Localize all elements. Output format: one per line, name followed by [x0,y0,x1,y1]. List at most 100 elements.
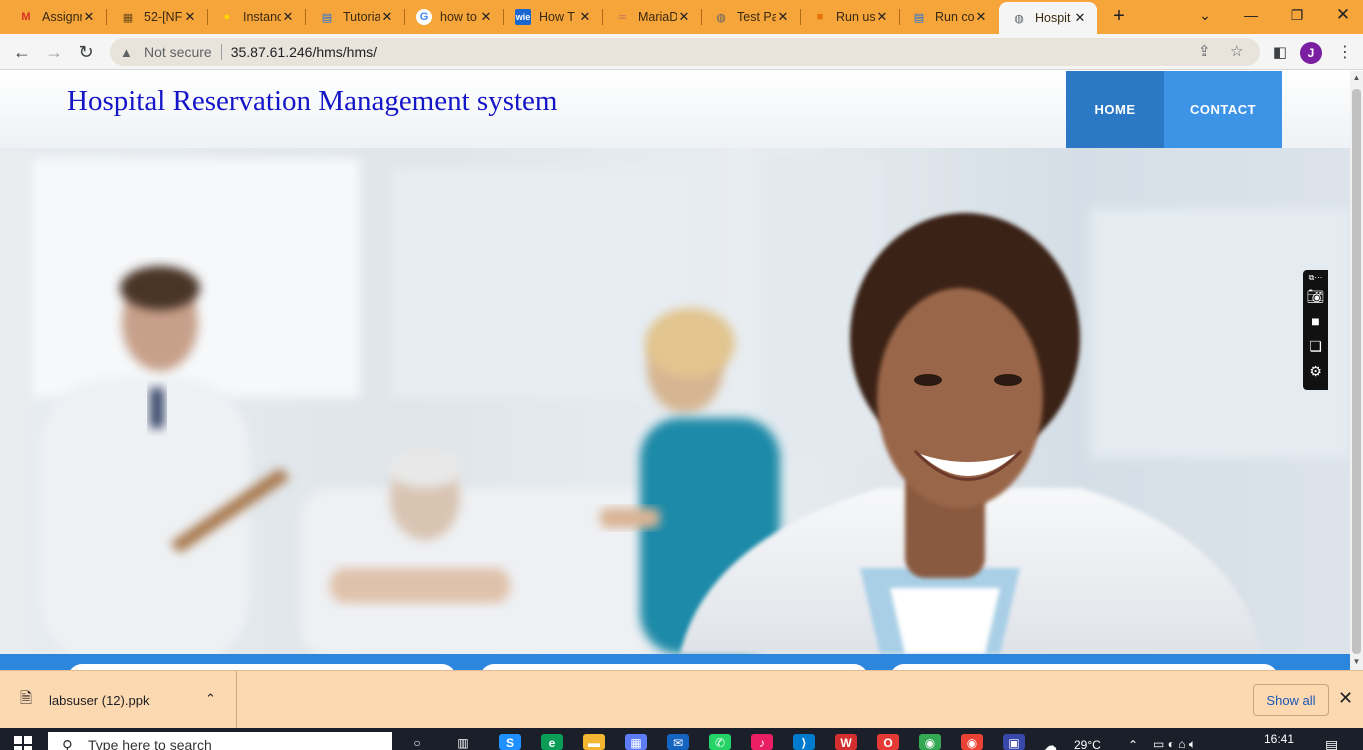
new-tab-button[interactable]: + [1108,5,1130,27]
nav-home-link[interactable]: HOME [1066,71,1164,148]
tab-close-icon[interactable]: ✕ [1073,10,1087,26]
system-tray-icons[interactable]: ▭ ◐ ⌂ 🔈︎ [1153,737,1196,750]
chevron-up-icon[interactable]: ⌃ [205,691,216,707]
video-camera-icon[interactable]: ■ [1311,309,1319,334]
task-view-icon[interactable]: ○ [406,734,428,750]
browser-tab[interactable]: G how to ✕ [404,0,503,34]
nav-contact-link[interactable]: CONTACT [1164,71,1282,148]
download-item[interactable]: 🗎 labsuser (12).ppk ⌃ [0,671,237,729]
download-shelf-close-icon[interactable]: ✕ [1338,688,1353,709]
app-icon[interactable]: W [835,734,857,750]
tab-close-icon[interactable]: ✕ [875,9,889,25]
file-icon: 🗎 [20,689,33,707]
minimize-button[interactable]: — [1228,0,1274,30]
temperature[interactable]: 29°C [1074,738,1101,750]
address-bar[interactable]: ▲ Not secure 35.87.61.246/hms/hms/ ⇪ ☆ [110,38,1260,66]
download-shelf: 🗎 labsuser (12).ppk ⌃ Show all ✕ [0,670,1363,729]
profile-avatar[interactable]: J [1300,42,1322,64]
skype-icon[interactable]: S [499,734,521,750]
reload-button[interactable]: ↻ [73,39,99,65]
windows-taskbar: ⚲ Type here to search ○ ▥ S e ▬ ▦ ✉ ✆ ♪ … [0,728,1363,750]
store-icon[interactable]: ▦ [625,734,647,750]
browser-tab[interactable]: M Assignm ✕ [0,0,106,34]
tab-close-icon[interactable]: ✕ [82,9,96,25]
menu-kebab-icon[interactable]: ⋮ [1332,39,1358,65]
notifications-icon[interactable]: ▤ [1325,737,1338,750]
site-header: Hospital Reservation Management system H… [0,71,1350,148]
page-scrollbar[interactable]: ▲ ▼ [1350,71,1363,670]
media-player-icon[interactable]: ♪ [751,734,773,750]
browser-tab[interactable]: ▦ 52-[NF ✕ [106,0,207,34]
browser-tab[interactable]: ◍ Test Pa ✕ [701,0,800,34]
browser-tab[interactable]: ● Instanc ✕ [207,0,305,34]
security-label[interactable]: Not secure [144,44,212,60]
browser-tab[interactable]: ▤ Tutoria ✕ [305,0,404,34]
chevron-up-icon[interactable]: ⌃ [1128,738,1138,750]
browser-tab-strip: M Assignm ✕ ▦ 52-[NF ✕ ● Instanc ✕ ▤ Tut… [0,0,1363,34]
browser-tab[interactable]: ♒ MariaD ✕ [602,0,701,34]
window-close-button[interactable]: ✕ [1320,0,1363,30]
putty-icon[interactable]: ▣ [1003,734,1025,750]
chrome-icon[interactable]: ◉ [919,734,941,750]
file-explorer-icon[interactable]: ▬ [583,734,605,750]
scroll-down-arrow-icon[interactable]: ▼ [1350,655,1363,669]
tab-close-icon[interactable]: ✕ [479,9,493,25]
chrome-icon[interactable]: ◉ [961,734,983,750]
hero-illustration [0,148,1350,654]
warning-icon[interactable]: ▲ [120,45,138,60]
gear-icon[interactable]: ⚙ [1309,359,1322,384]
bookmark-star-icon[interactable]: ☆ [1230,42,1243,60]
weather-icon[interactable]: ☁ [1044,738,1057,750]
scroll-up-arrow-icon[interactable]: ▲ [1350,71,1363,85]
taskbar-search-placeholder: Type here to search [88,737,212,750]
windows-start-icon[interactable] [14,736,32,750]
tab-close-icon[interactable]: ✕ [974,9,988,25]
globe-icon: ◍ [716,11,726,24]
google-icon: G [416,9,432,25]
docs-icon: ▤ [321,11,333,24]
main-nav: HOME CONTACT [1066,71,1282,148]
window-capture-icon[interactable]: ❏ [1309,334,1322,359]
url-text[interactable]: 35.87.61.246/hms/hms/ [231,44,377,60]
show-all-button[interactable]: Show all [1253,684,1329,716]
gmail-icon: M [21,11,31,23]
browser-tab[interactable]: ■ Run us ✕ [800,0,899,34]
side-panel-icon[interactable]: ◧ [1267,39,1293,65]
toolbar-menu-icon[interactable]: ⧉⋯ [1309,272,1323,284]
camera-icon[interactable]: 📷︎ [1307,284,1325,309]
widgets-icon[interactable]: ▥ [452,734,474,750]
share-icon[interactable]: ⇪ [1198,42,1211,60]
document-icon: ▦ [122,11,134,24]
divider [220,44,222,60]
wie-icon: wie [515,9,531,25]
restore-button[interactable]: ❐ [1274,0,1320,30]
browser-tab-active[interactable]: ◍ Hospit ✕ [999,2,1097,34]
clock-time[interactable]: 16:41 [1264,732,1294,746]
tab-close-icon[interactable]: ✕ [183,9,197,25]
docs-icon: ▤ [913,11,925,24]
tab-close-icon[interactable]: ✕ [281,9,295,25]
mail-icon[interactable]: ✉ [667,734,689,750]
tab-close-icon[interactable]: ✕ [578,9,592,25]
search-icon: ⚲ [62,738,73,750]
whatsapp-icon[interactable]: ✆ [709,734,731,750]
browser-tab[interactable]: wie How T ✕ [503,0,602,34]
hero-image [0,148,1350,654]
box-icon: ■ [816,11,824,23]
download-filename[interactable]: labsuser (12).ppk [49,693,149,708]
tab-close-icon[interactable]: ✕ [677,9,691,25]
edge-icon[interactable]: e [541,734,563,750]
site-title: Hospital Reservation Management system [67,85,558,117]
vscode-icon[interactable]: ⟩ [793,734,815,750]
scroll-thumb[interactable] [1352,89,1361,654]
forward-button[interactable]: → [41,39,67,65]
opera-icon[interactable]: O [877,734,899,750]
back-button[interactable]: ← [9,39,35,65]
browser-tab[interactable]: ▤ Run co ✕ [899,0,998,34]
taskbar-search-box[interactable]: ⚲ Type here to search [48,732,392,750]
tab-close-icon[interactable]: ✕ [380,9,394,25]
tab-search-chevron-icon[interactable]: ⌄ [1182,0,1228,30]
bulb-icon: ● [223,11,231,23]
web-page: Hospital Reservation Management system H… [0,71,1350,670]
tab-close-icon[interactable]: ✕ [776,9,790,25]
